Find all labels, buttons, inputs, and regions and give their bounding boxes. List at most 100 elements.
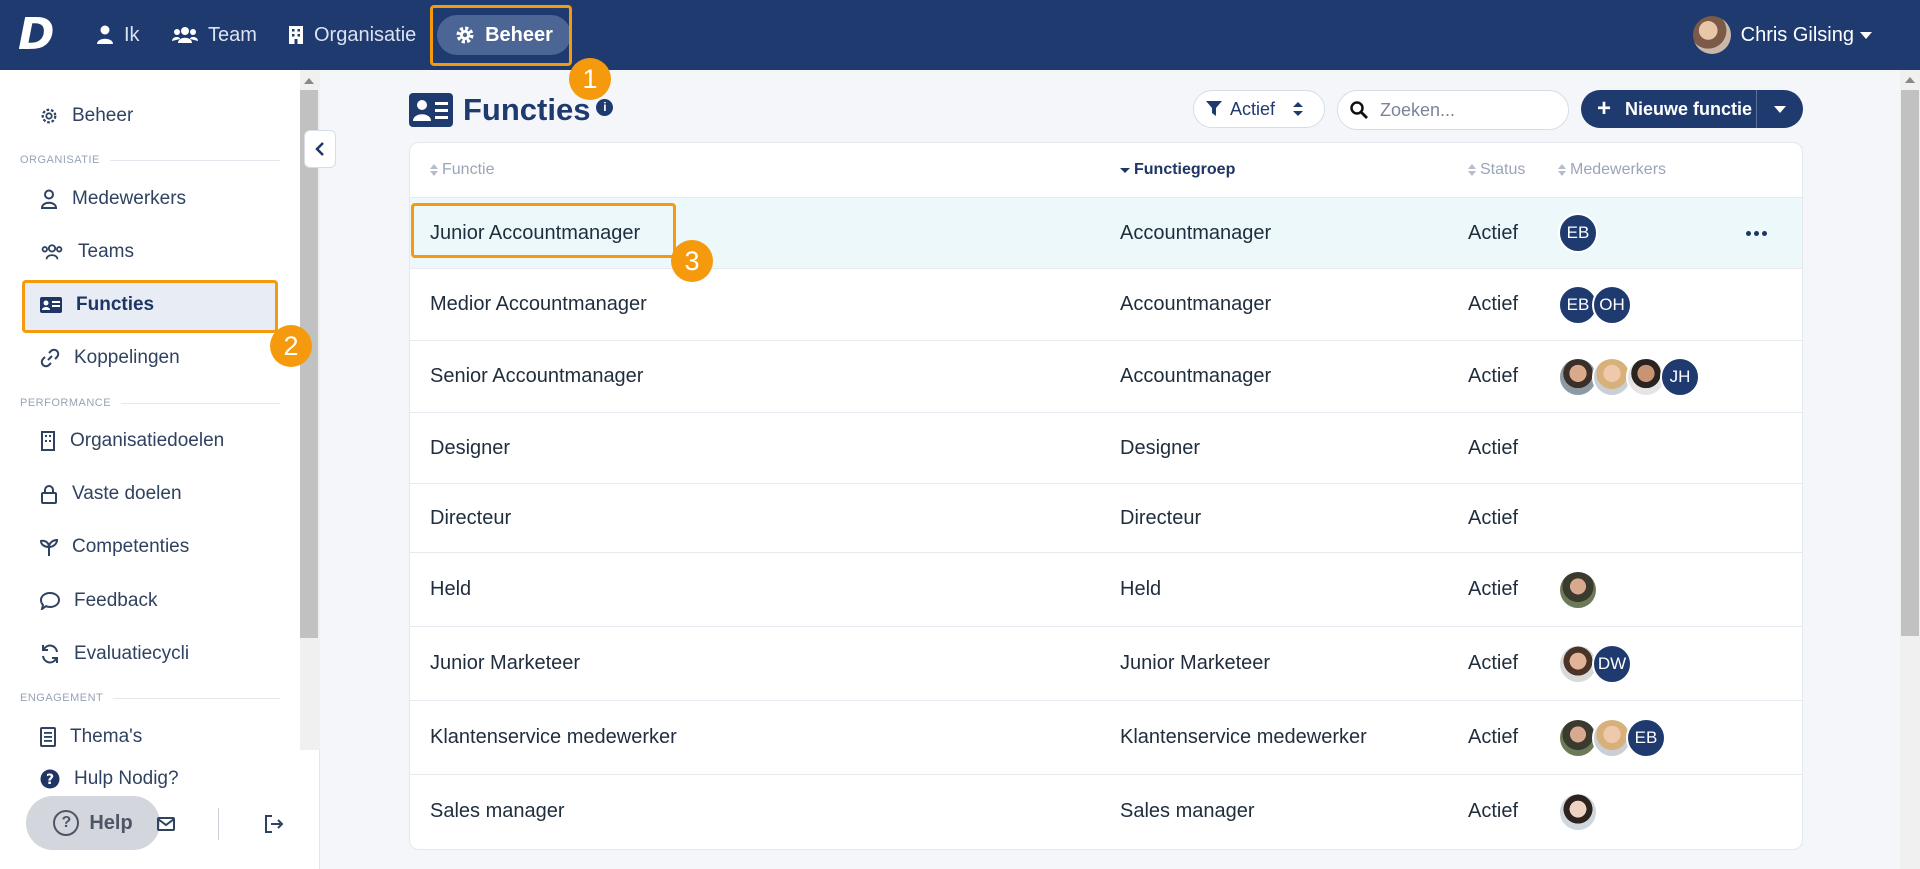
new-function-label: Nieuwe functie	[1625, 98, 1753, 119]
cell-functie[interactable]: Medior Accountmanager	[430, 269, 647, 340]
cell-status: Actief	[1468, 726, 1519, 748]
table-row[interactable]: Designer Designer Actief	[410, 412, 1802, 483]
sidebar-item-hulp-nodig[interactable]: ? Hulp Nodig?	[40, 759, 179, 799]
lock-icon	[41, 485, 57, 504]
sidebar-item-label: Evaluatiecycli	[74, 643, 190, 664]
chat-bubble-icon	[40, 592, 60, 610]
cell-functie[interactable]: Junior Marketeer	[430, 627, 580, 700]
sidebar-item-themas[interactable]: Thema's	[40, 717, 142, 757]
sidebar-section-organisatie: ORGANISATIE	[20, 154, 280, 166]
question-icon: ?	[53, 810, 80, 836]
help-button-label: Help	[89, 811, 133, 834]
scroll-up-arrow-icon[interactable]	[304, 78, 314, 84]
sidebar-item-organisatiedoelen[interactable]: Organisatiedoelen	[40, 421, 224, 461]
avatar-photo[interactable]	[1558, 569, 1598, 610]
column-header-label: Functiegroep	[1134, 161, 1236, 178]
user-menu[interactable]: Chris Gilsing	[1692, 16, 1872, 54]
sidebar-item-feedback[interactable]: Feedback	[40, 581, 157, 621]
table-row[interactable]: Klantenservice medewerker Klantenservice…	[410, 700, 1802, 774]
cell-status: Actief	[1468, 578, 1519, 600]
column-header-status[interactable]: Status	[1468, 161, 1525, 179]
table-row[interactable]: Sales manager Sales manager Actief	[410, 774, 1802, 848]
column-header-label: Status	[1480, 161, 1526, 178]
avatar[interactable]: OH	[1592, 284, 1632, 325]
svg-text:?: ?	[46, 772, 54, 788]
nav-ik[interactable]: Ik	[96, 18, 140, 52]
app-logo[interactable]: D	[18, 13, 60, 57]
cell-medewerkers: EB	[1558, 701, 1666, 774]
table-row[interactable]: Directeur Directeur Actief	[410, 483, 1802, 552]
column-header-functie[interactable]: Functie	[430, 161, 494, 179]
cell-functie[interactable]: Senior Accountmanager	[430, 341, 643, 412]
cell-functie[interactable]: Directeur	[430, 484, 511, 552]
annotation-badge-2: 2	[270, 325, 312, 367]
sidebar-section-performance: PERFORMANCE	[20, 397, 280, 409]
top-navigation-bar: D Ik Team Organisatie Beheer Chris Gilsi…	[0, 0, 1920, 70]
column-header-functiegroep[interactable]: Functiegroep	[1120, 161, 1235, 179]
column-header-label: Functie	[442, 161, 495, 178]
avatar[interactable]: EB	[1558, 213, 1598, 253]
nav-team-label: Team	[208, 23, 257, 46]
table-row[interactable]: Junior Marketeer Junior Marketeer Actief…	[410, 626, 1802, 700]
cell-functie[interactable]: Klantenservice medewerker	[430, 701, 677, 774]
cell-status: Actief	[1468, 365, 1519, 387]
users-icon	[41, 244, 63, 260]
status-filter-dropdown[interactable]: Actief	[1193, 90, 1325, 128]
sidebar-item-koppelingen[interactable]: Koppelingen	[40, 338, 180, 378]
more-options-icon[interactable]	[1746, 198, 1767, 268]
cell-functiegroep: Accountmanager	[1120, 221, 1272, 244]
seedling-icon	[40, 538, 58, 556]
logout-icon[interactable]	[264, 815, 284, 833]
annotation-highlight-2	[22, 280, 278, 333]
new-function-dropdown-toggle[interactable]	[1757, 105, 1803, 113]
sidebar-scrollbar-thumb[interactable]	[300, 90, 318, 638]
search-input[interactable]	[1380, 99, 1560, 121]
users-icon	[172, 27, 198, 43]
cell-medewerkers: DW	[1558, 627, 1632, 700]
filter-icon	[1206, 101, 1222, 116]
sidebar-item-label: Teams	[78, 241, 134, 262]
sidebar-item-label: Organisatiedoelen	[70, 430, 225, 451]
sort-icon	[430, 164, 438, 176]
avatar[interactable]: DW	[1592, 643, 1632, 684]
envelope-icon[interactable]	[157, 817, 175, 831]
question-circle-icon: ?	[40, 769, 60, 789]
cell-medewerkers	[1558, 775, 1598, 848]
sort-desc-icon	[1120, 168, 1130, 173]
sidebar-item-medewerkers[interactable]: Medewerkers	[40, 179, 186, 219]
user-icon	[40, 189, 58, 209]
help-button[interactable]: ? Help	[26, 796, 160, 850]
sidebar-item-label: Beheer	[72, 105, 134, 126]
page-scrollbar-thumb[interactable]	[1901, 90, 1919, 636]
sidebar-item-evaluatiecycli[interactable]: Evaluatiecycli	[40, 634, 189, 674]
avatar[interactable]: JH	[1660, 356, 1700, 397]
table-row[interactable]: Held Held Actief	[410, 552, 1802, 626]
cell-functie[interactable]: Designer	[430, 413, 510, 483]
cell-functie[interactable]: Sales manager	[430, 775, 565, 848]
annotation-highlight-1	[430, 5, 572, 66]
sidebar-item-teams[interactable]: Teams	[40, 232, 134, 272]
table-row[interactable]: Medior Accountmanager Accountmanager Act…	[410, 268, 1802, 340]
new-function-button[interactable]: + Nieuwe functie	[1581, 90, 1757, 128]
sidebar-item-label: Competenties	[72, 536, 190, 557]
avatar-photo[interactable]	[1558, 791, 1598, 832]
scroll-up-arrow-icon[interactable]	[1905, 77, 1915, 83]
column-header-medewerkers[interactable]: Medewerkers	[1558, 161, 1666, 179]
building-icon	[41, 431, 55, 451]
collapse-sidebar-button[interactable]	[304, 130, 336, 168]
info-icon[interactable]: i	[596, 98, 614, 116]
cell-status: Actief	[1468, 221, 1519, 244]
cell-status: Actief	[1468, 293, 1519, 315]
sidebar-item-beheer[interactable]: Beheer	[40, 96, 133, 136]
avatar[interactable]: EB	[1626, 717, 1666, 758]
annotation-badge-1: 1	[569, 58, 611, 100]
nav-organisatie[interactable]: Organisatie	[288, 18, 416, 52]
table-row[interactable]: Senior Accountmanager Accountmanager Act…	[410, 340, 1802, 412]
refresh-icon	[42, 644, 58, 664]
cell-functie[interactable]: Held	[430, 553, 471, 626]
nav-team[interactable]: Team	[172, 18, 257, 52]
sidebar-item-competenties[interactable]: Competenties	[40, 527, 189, 567]
cell-status: Actief	[1468, 506, 1519, 529]
sidebar-item-vaste-doelen[interactable]: Vaste doelen	[40, 474, 182, 514]
cell-functiegroep: Directeur	[1120, 506, 1202, 529]
